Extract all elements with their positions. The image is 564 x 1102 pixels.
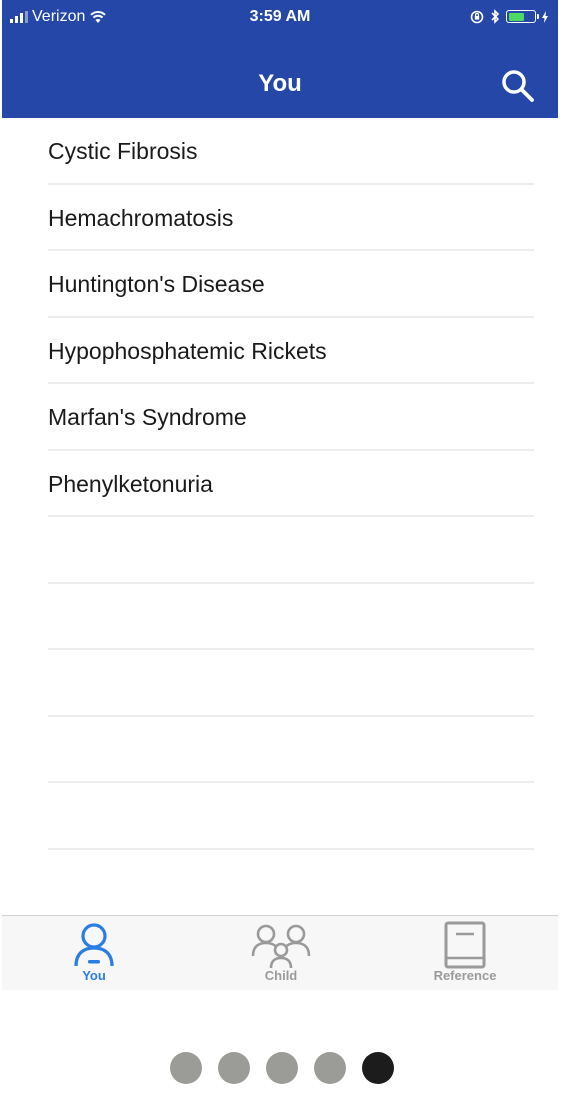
- phone-screen: Verizon 3:59 AM You Cystic Fibrosis Hema…: [2, 0, 558, 990]
- page-dot[interactable]: [170, 1052, 202, 1084]
- status-right: [470, 9, 548, 24]
- list-item[interactable]: Cystic Fibrosis: [48, 118, 534, 185]
- list-item: [48, 650, 534, 717]
- person-icon: [74, 923, 114, 967]
- charging-icon: [542, 10, 548, 23]
- page-dot[interactable]: [266, 1052, 298, 1084]
- bluetooth-icon: [491, 9, 500, 24]
- page-dot-current[interactable]: [362, 1052, 394, 1084]
- battery-icon: [506, 10, 539, 23]
- list-item[interactable]: Phenylketonuria: [48, 451, 534, 517]
- family-icon: [251, 924, 311, 969]
- page-indicator: [0, 1052, 564, 1084]
- list-item: [48, 517, 534, 584]
- list-item[interactable]: Huntington's Disease: [48, 251, 534, 318]
- list-item: [48, 584, 534, 650]
- tab-bar: You Child Reference: [2, 915, 558, 990]
- page-dot[interactable]: [218, 1052, 250, 1084]
- page-dot[interactable]: [314, 1052, 346, 1084]
- rotation-lock-icon: [470, 10, 484, 23]
- list-item-label: Cystic Fibrosis: [48, 138, 198, 164]
- tab-reference[interactable]: Reference: [405, 916, 525, 990]
- tab-you-label: You: [82, 968, 106, 983]
- page-title: You: [258, 70, 302, 97]
- tab-reference-label: Reference: [433, 968, 497, 983]
- status-bar: Verizon 3:59 AM: [2, 0, 558, 36]
- book-icon: [444, 921, 486, 969]
- search-button[interactable]: [500, 68, 536, 104]
- tab-child-label: Child: [264, 968, 298, 983]
- list-item-label: Hemachromatosis: [48, 204, 234, 231]
- list-item[interactable]: Marfan's Syndrome: [48, 384, 534, 451]
- list-item-label: Marfan's Syndrome: [48, 404, 247, 430]
- tab-you[interactable]: You: [34, 916, 154, 990]
- app-header: Verizon 3:59 AM You: [2, 0, 558, 118]
- list-item-label: Phenylketonuria: [48, 470, 213, 497]
- list-item: [48, 717, 534, 783]
- list-item[interactable]: Hemachromatosis: [48, 185, 534, 251]
- tab-child[interactable]: Child: [221, 916, 341, 990]
- condition-list: Cystic Fibrosis Hemachromatosis Huntingt…: [2, 118, 558, 850]
- list-item-label: Huntington's Disease: [48, 271, 265, 297]
- list-item[interactable]: Hypophosphatemic Rickets: [48, 318, 534, 384]
- list-item-label: Hypophosphatemic Rickets: [48, 337, 327, 364]
- list-item: [48, 783, 534, 850]
- search-icon: [502, 70, 534, 102]
